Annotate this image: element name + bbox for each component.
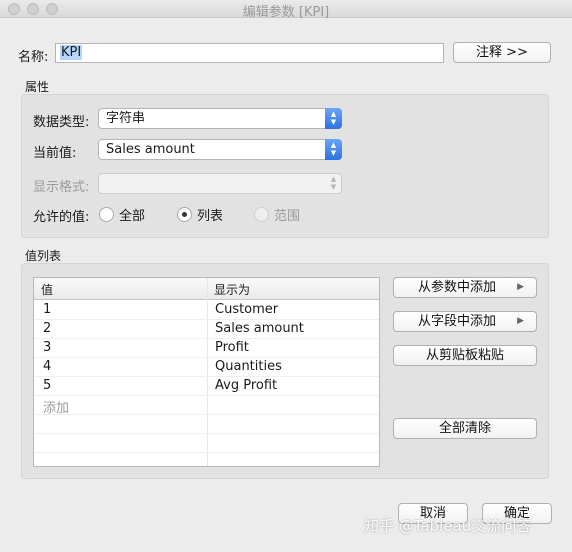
data-type-value: 字符串 xyxy=(106,111,146,126)
column-header-value[interactable]: 值 xyxy=(41,281,53,298)
allowable-values-label: 允许的值: xyxy=(33,210,90,225)
name-field[interactable]: KPI xyxy=(55,43,444,63)
table-row[interactable]: 5 Avg Profit xyxy=(34,377,379,396)
clear-all-button[interactable]: 全部清除 xyxy=(393,418,537,439)
watermark: 知乎 @Tableau交流问答 xyxy=(364,517,532,535)
radio-list-label: 列表 xyxy=(197,209,224,224)
row-display: Quantities xyxy=(215,359,282,374)
data-type-select[interactable]: 字符串 ▲ ▼ xyxy=(98,108,342,129)
table-row[interactable]: 3 Profit xyxy=(34,339,379,358)
row-value: 3 xyxy=(43,340,52,355)
add-from-field-button[interactable]: 从字段中添加 ▶ xyxy=(393,311,537,332)
row-display: Profit xyxy=(215,340,249,355)
current-value-label: 当前值: xyxy=(33,146,77,161)
table-row[interactable]: 1 Customer xyxy=(34,301,379,320)
current-value-select[interactable]: Sales amount ▲ ▼ xyxy=(98,139,342,160)
radio-all-label: 全部 xyxy=(119,209,146,224)
radio-range-circle xyxy=(254,207,269,222)
comment-button[interactable]: 注释 >> xyxy=(453,42,551,63)
name-value: KPI xyxy=(60,45,83,60)
row-value: 1 xyxy=(43,302,52,317)
radio-all[interactable]: 全部 xyxy=(99,205,145,224)
add-from-parameter-button[interactable]: 从参数中添加 ▶ xyxy=(393,277,537,298)
chevron-updown-icon: ▲ ▼ xyxy=(330,175,337,191)
value-list-table[interactable]: 值 显示为 1 Customer 2 Sales amount 3 Profit… xyxy=(33,277,380,467)
row-display: Avg Profit xyxy=(215,378,278,393)
add-from-field-label: 从字段中添加 xyxy=(418,314,497,329)
add-from-parameter-label: 从参数中添加 xyxy=(418,280,497,295)
name-label: 名称: xyxy=(18,50,49,65)
radio-range-label: 范围 xyxy=(274,209,301,224)
column-header-display[interactable]: 显示为 xyxy=(214,281,250,298)
radio-list[interactable]: 列表 xyxy=(177,205,223,224)
table-row[interactable]: 4 Quantities xyxy=(34,358,379,377)
radio-range: 范围 xyxy=(254,205,300,224)
row-display: Customer xyxy=(215,302,279,317)
title-bar: 编辑参数 [KPI] xyxy=(0,0,572,20)
paste-from-clipboard-button[interactable]: 从剪贴板粘贴 xyxy=(393,345,537,366)
window-title: 编辑参数 [KPI] xyxy=(242,5,330,20)
data-type-label: 数据类型: xyxy=(33,115,90,130)
radio-list-circle xyxy=(177,207,192,222)
display-format-label: 显示格式: xyxy=(33,180,90,195)
triangle-right-icon: ▶ xyxy=(517,316,524,326)
add-row[interactable]: 添加 xyxy=(34,396,379,416)
properties-group-label: 属性 xyxy=(25,80,50,94)
chevron-updown-icon: ▲ ▼ xyxy=(325,108,342,129)
radio-all-circle xyxy=(99,207,114,222)
display-format-select: ▲ ▼ xyxy=(98,173,342,194)
edit-parameter-dialog: 编辑参数 [KPI] 名称: KPI 注释 >> 属性 数据类型: 字符串 ▲ ▼… xyxy=(0,0,572,552)
value-list-group-label: 值列表 xyxy=(25,249,62,263)
add-row-hint: 添加 xyxy=(43,401,70,416)
row-value: 2 xyxy=(43,321,52,336)
table-row[interactable]: 2 Sales amount xyxy=(34,320,379,339)
empty-row xyxy=(34,434,379,453)
chevron-updown-icon: ▲ ▼ xyxy=(325,139,342,160)
row-value: 5 xyxy=(43,378,52,393)
empty-row xyxy=(34,415,379,434)
current-value-value: Sales amount xyxy=(106,142,195,157)
row-value: 4 xyxy=(43,359,52,374)
row-display: Sales amount xyxy=(215,321,304,336)
triangle-right-icon: ▶ xyxy=(517,282,524,292)
